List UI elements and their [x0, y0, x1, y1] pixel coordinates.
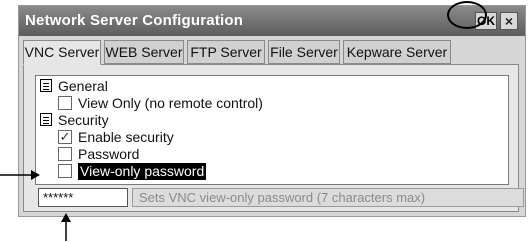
view-only-checkbox[interactable]: [58, 96, 72, 110]
group-label: Security: [58, 112, 109, 128]
list-icon: [40, 113, 52, 126]
callout-arrow-right-icon: [0, 170, 40, 180]
list-icon: [40, 79, 52, 92]
item-label: Password: [78, 146, 140, 162]
item-label: View Only (no remote control): [78, 95, 263, 111]
tree-group-general[interactable]: General: [36, 78, 506, 95]
settings-tree: General View Only (no remote control) Se…: [35, 75, 509, 185]
item-label: Enable security: [78, 129, 174, 145]
tree-group-security[interactable]: Security: [36, 112, 506, 129]
tree-item-enable-security[interactable]: ✓ Enable security: [36, 129, 506, 146]
dialog-title: Network Server Configuration: [25, 12, 244, 29]
network-server-config-dialog: Network Server Configuration OK × VNC Se…: [18, 5, 526, 217]
tab-file-server[interactable]: File Server: [268, 40, 340, 64]
help-text-field: Sets VNC view-only password (7 character…: [132, 188, 524, 207]
tree-item-view-only[interactable]: View Only (no remote control): [36, 95, 506, 112]
password-input[interactable]: ******: [38, 188, 128, 207]
tab-ftp-server[interactable]: FTP Server: [187, 40, 265, 64]
enable-security-checkbox[interactable]: ✓: [58, 130, 72, 144]
password-checkbox[interactable]: [58, 147, 72, 161]
item-label-selected: View-only password: [78, 163, 207, 180]
tab-web-server[interactable]: WEB Server: [104, 40, 184, 64]
callout-arrow-up-icon: [61, 213, 71, 241]
tree-item-view-only-password[interactable]: View-only password: [36, 163, 506, 180]
tab-vnc-server[interactable]: VNC Server: [23, 40, 101, 65]
tree-item-password[interactable]: Password: [36, 146, 506, 163]
close-button[interactable]: ×: [500, 12, 518, 30]
tab-kepware-server[interactable]: Kepware Server: [343, 40, 451, 64]
vnc-server-panel: General View Only (no remote control) Se…: [23, 64, 524, 212]
ok-callout-circle: [447, 1, 487, 29]
group-label: General: [58, 78, 108, 94]
view-only-password-checkbox[interactable]: [58, 164, 72, 178]
